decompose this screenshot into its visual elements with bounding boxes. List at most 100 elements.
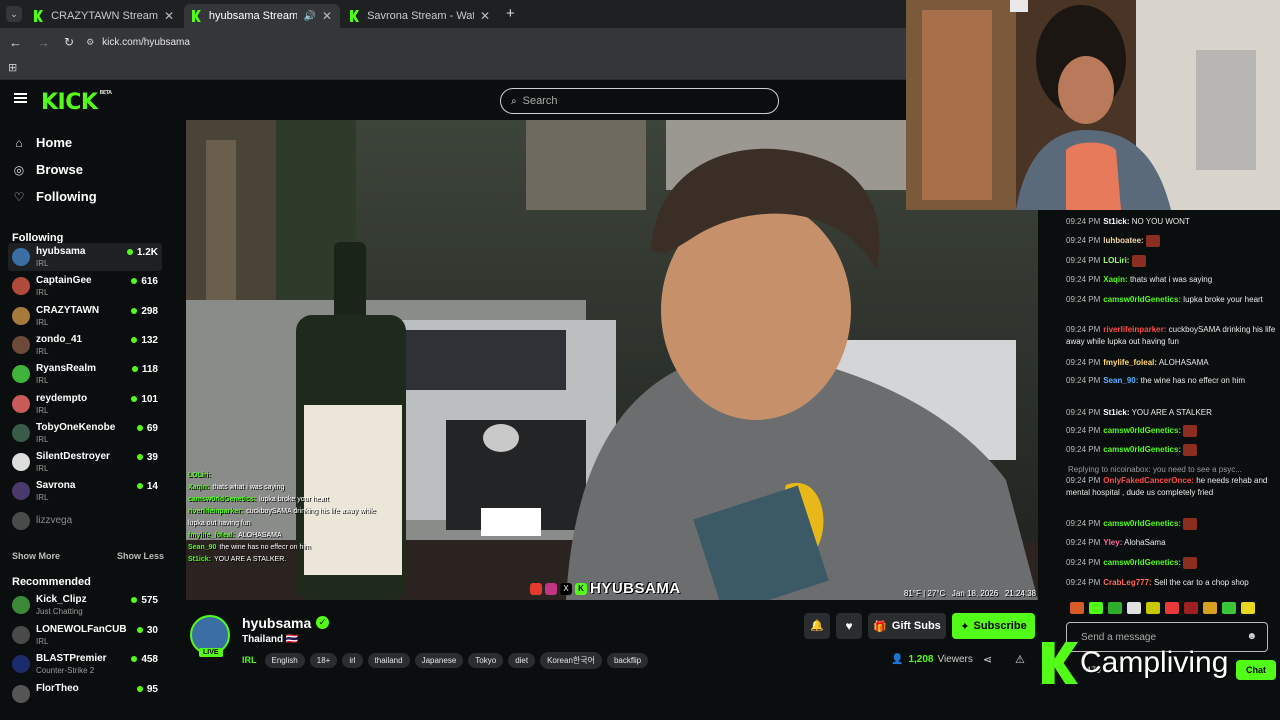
show-less-button[interactable]: Show Less	[117, 551, 164, 561]
tag-chip[interactable]: diet	[508, 653, 536, 668]
message-user[interactable]: St1ick:	[1103, 217, 1129, 226]
message-user[interactable]: luhboatee:	[1103, 236, 1143, 245]
message-user[interactable]: St1ick:	[1103, 408, 1129, 417]
sidebar-channel-item[interactable]: hyubsama IRL 1.2K	[8, 243, 162, 271]
sidebar-channel-item[interactable]: TobyOneKenobe IRL 69	[8, 419, 162, 447]
message-user[interactable]: camsw0rldGenetics:	[1103, 295, 1181, 304]
tab-close-icon[interactable]: ✕	[322, 9, 332, 23]
audio-playing-icon[interactable]: 🔊	[303, 11, 315, 22]
url-field[interactable]: ⚙ kick.com/hyubsama	[86, 32, 887, 52]
message-user[interactable]: camsw0rldGenetics:	[1103, 445, 1181, 454]
nav-label: Browse	[36, 162, 83, 177]
message-user[interactable]: camsw0rldGenetics:	[1103, 558, 1181, 567]
nav-following[interactable]: ♡ Following	[12, 189, 97, 204]
message-user[interactable]: OnlyFakedCancerOnce:	[1103, 476, 1194, 485]
tag-chip[interactable]: English	[264, 653, 305, 668]
recommended-title: Recommended	[12, 576, 91, 588]
recommended-channel-item[interactable]: BLASTPremier Counter-Strike 2 458	[8, 650, 162, 678]
emote-icon[interactable]	[1070, 602, 1084, 614]
subscribe-button[interactable]: ✦ Subscribe	[952, 613, 1035, 639]
overlay-chat-text: thats what i was saying	[212, 484, 285, 491]
tab-close-icon[interactable]: ✕	[164, 9, 174, 23]
show-more-button[interactable]: Show More	[12, 551, 60, 561]
gift-subs-button[interactable]: 🎁 Gift Subs	[868, 613, 946, 639]
recommended-channel-item[interactable]: Kick_Clipz Just Chatting 575	[8, 591, 162, 619]
sidebar-channel-item[interactable]: Savrona IRL 14	[8, 477, 162, 505]
viewer-count: 👤 1,208 Viewers	[891, 654, 973, 665]
sidebar-channel-item[interactable]: CaptainGee IRL 616	[8, 272, 162, 300]
emote-icon[interactable]	[1127, 602, 1141, 614]
overlay-chat-user: fmylife_foleal:	[188, 532, 236, 539]
sidebar-channel-item[interactable]: reydempto IRL 101	[8, 390, 162, 418]
tag-chip[interactable]: Korean한국어	[540, 652, 602, 669]
recommended-channel-item[interactable]: FlorTheo 95	[8, 680, 162, 708]
tab-close-icon[interactable]: ✕	[480, 9, 490, 23]
nav-browse[interactable]: ◎ Browse	[12, 162, 83, 177]
beta-badge: BETA	[99, 90, 112, 96]
category-link[interactable]: IRL	[242, 655, 257, 665]
tag-chip[interactable]: Tokyo	[468, 653, 504, 668]
message-user[interactable]: Sean_90:	[1103, 376, 1138, 385]
tag-chip[interactable]: irl	[342, 653, 363, 668]
apps-grid-icon[interactable]: ⊞	[8, 61, 17, 74]
stream-stats: 81°F | 27°C Jan 18, 2026 21:24:38	[903, 589, 1036, 598]
avatar	[12, 423, 30, 442]
tag-chip[interactable]: backflip	[606, 653, 649, 668]
channel-name: LONEWOLFanCUB	[36, 623, 127, 635]
sidebar-channel-item[interactable]: SilentDestroyer IRL 39	[8, 448, 162, 476]
site-info-icon[interactable]: ⚙	[86, 37, 94, 48]
kick-logo[interactable]: KICK BETA	[41, 90, 112, 115]
viewer-count: 132	[131, 335, 158, 346]
emote-icon[interactable]	[1089, 602, 1103, 614]
message-time: 09:24 PM	[1066, 358, 1101, 367]
follow-button[interactable]: ♥	[836, 613, 862, 639]
reload-icon[interactable]: ↻	[64, 35, 74, 49]
emote-icon[interactable]	[1108, 602, 1122, 614]
viewer-count: 1.2K	[126, 247, 158, 258]
message-user[interactable]: riverlifeinparker:	[1103, 325, 1166, 334]
search-input[interactable]: ⌕ Search	[500, 88, 779, 114]
message-user[interactable]: camsw0rldGenetics:	[1103, 426, 1181, 435]
tab-search-button[interactable]: ⌄	[6, 6, 22, 22]
sidebar-channel-item[interactable]: lizzvega	[8, 507, 162, 535]
sidebar-channel-item[interactable]: CRAZYTAWN IRL 298	[8, 302, 162, 330]
tab-savrona[interactable]: Savrona Stream - Watch Live on Kick ✕	[342, 4, 498, 28]
emote-icon[interactable]	[1184, 602, 1198, 614]
menu-icon[interactable]	[14, 93, 27, 103]
gift-subs-label: Gift Subs	[891, 620, 941, 632]
message-user[interactable]: LOLiri:	[1103, 256, 1129, 265]
tab-hyubsama[interactable]: hyubsama Stream - Watch Live on Kick 🔊 ✕	[184, 4, 340, 28]
emote-icon[interactable]	[1222, 602, 1236, 614]
emote-icon[interactable]	[1165, 602, 1179, 614]
new-tab-button[interactable]: +	[506, 5, 515, 22]
chat-send-button[interactable]: Chat	[1236, 660, 1276, 680]
channel-category: IRL	[36, 288, 49, 298]
share-icon[interactable]: ⋖	[983, 653, 992, 666]
forward-icon[interactable]: →	[37, 35, 50, 50]
emote-icon[interactable]	[1241, 602, 1255, 614]
notifications-button[interactable]: 🔔	[804, 613, 830, 639]
tag-chip[interactable]: thailand	[367, 653, 410, 668]
emote-icon[interactable]	[1146, 602, 1160, 614]
recommended-channel-item[interactable]: LONEWOLFanCUB IRL 30	[8, 621, 162, 649]
emote-icon[interactable]	[1203, 602, 1217, 614]
channel-name[interactable]: hyubsama	[242, 615, 311, 631]
heart-icon: ♡	[13, 189, 25, 204]
message-user[interactable]: CrabLeg777:	[1103, 578, 1151, 587]
report-icon[interactable]: ⚠	[1015, 653, 1025, 666]
sidebar-channel-item[interactable]: zondo_41 IRL 132	[8, 331, 162, 359]
message-user[interactable]: Yley:	[1103, 538, 1122, 547]
nav-home[interactable]: ⌂ Home	[12, 135, 72, 150]
tag-chip[interactable]: 18+	[309, 653, 338, 668]
avatar	[12, 482, 30, 501]
star-icon: ✦	[960, 620, 970, 633]
message-time: 09:24 PM	[1066, 558, 1101, 568]
sidebar-channel-item[interactable]: RyansRealm IRL 118	[8, 360, 162, 388]
message-user[interactable]: fmylife_foleal:	[1103, 358, 1157, 367]
emoji-icon[interactable]: ☻	[1246, 631, 1257, 642]
tab-crazytawn[interactable]: CRAZYTAWN Stream - Watch Live on Kick ✕	[26, 4, 182, 28]
message-user[interactable]: camsw0rldGenetics:	[1103, 519, 1181, 528]
back-icon[interactable]: ←	[9, 35, 22, 50]
message-user[interactable]: Xaqin:	[1103, 275, 1127, 284]
tag-chip[interactable]: Japanese	[414, 653, 464, 668]
